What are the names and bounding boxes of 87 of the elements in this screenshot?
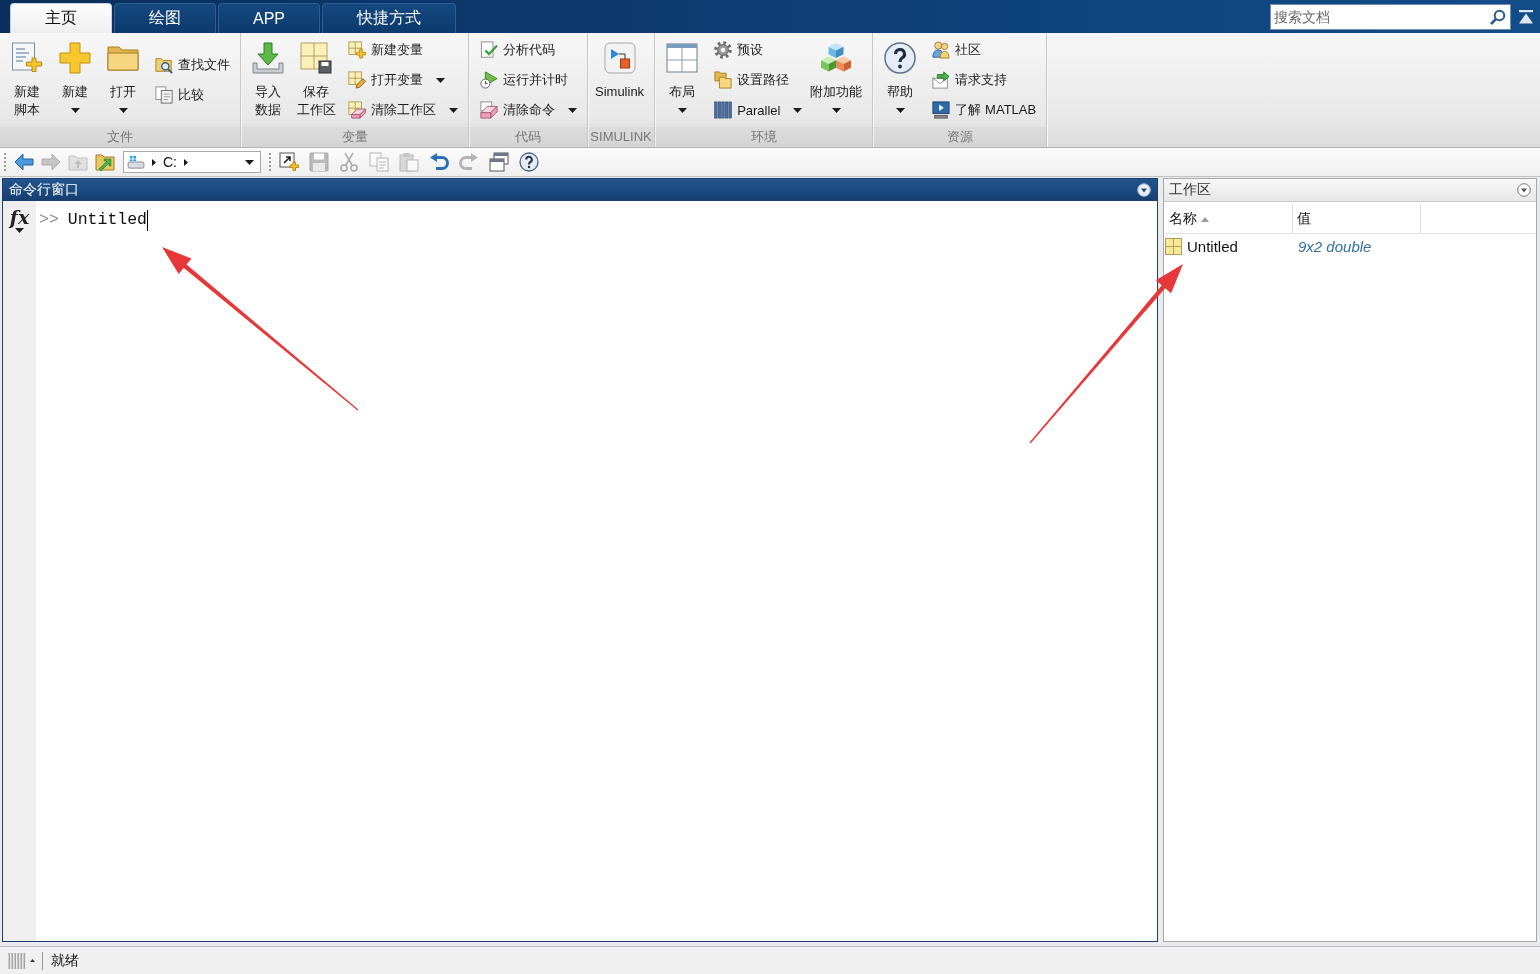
ribbon-button[interactable]: Parallel	[712, 98, 805, 122]
collapse-icon[interactable]	[1518, 9, 1534, 24]
search-icon[interactable]	[1490, 8, 1506, 25]
grid-eraser-icon	[348, 101, 366, 119]
download-arrow-icon	[252, 42, 284, 74]
chevron-right-icon	[152, 158, 156, 166]
column-header[interactable]: 值	[1293, 205, 1421, 233]
ribbon-button[interactable]: Simulink	[593, 38, 647, 101]
shortcut-plus-icon[interactable]	[279, 152, 299, 172]
group-label: 资源	[873, 127, 1047, 147]
undo-icon[interactable]	[429, 152, 449, 172]
ribbon-button[interactable]: 了解 MATLAB	[930, 98, 1039, 122]
ribbon-button[interactable]: 打开变量	[346, 68, 460, 92]
ribbon-button[interactable]: 新建	[53, 38, 97, 119]
folders-icon	[714, 71, 733, 89]
search-field[interactable]: 搜索文档	[1270, 3, 1511, 30]
grip-icon	[8, 952, 26, 969]
bars-icon	[714, 101, 733, 119]
caret-icon[interactable]	[30, 959, 35, 962]
ribbon-button[interactable]: 布局	[660, 38, 705, 119]
gear-icon	[714, 41, 733, 59]
grid-pencil-icon	[348, 71, 366, 89]
play-clock-icon	[480, 71, 498, 89]
path-segment[interactable]: C:	[163, 154, 177, 170]
caret-icon	[15, 228, 24, 233]
ribbon-button[interactable]: 附加功能	[808, 38, 865, 119]
grid-icon	[1165, 237, 1182, 255]
eraser-icon	[480, 101, 498, 119]
folder-search-icon	[155, 56, 173, 74]
ribbon-button[interactable]: 清除命令	[478, 98, 579, 122]
variable-name[interactable]: Untitled	[1187, 237, 1238, 255]
people-icon	[932, 41, 951, 59]
grid-plus-icon	[348, 41, 366, 59]
help-icon[interactable]	[519, 152, 539, 172]
panel-title: 工作区	[1169, 181, 1211, 199]
dropdown-circle-icon[interactable]	[1137, 183, 1151, 197]
document-check-icon	[480, 41, 498, 59]
cubes-icon	[820, 42, 853, 74]
ribbon-button[interactable]: 打开	[101, 38, 145, 119]
ribbon-button[interactable]: 设置路径	[712, 68, 805, 92]
panel-title: 命令行窗口	[9, 181, 79, 199]
ribbon-tab[interactable]: 绘图	[114, 3, 216, 33]
ribbon-button[interactable]: 比较	[153, 83, 232, 107]
envelope-arrow-icon	[932, 71, 951, 89]
ribbon-button[interactable]: 导入数据	[246, 38, 290, 119]
function-browser-button[interactable]: fx	[9, 207, 30, 233]
ribbon-tab[interactable]: 主页	[10, 3, 112, 33]
ribbon-button[interactable]: 新建变量	[346, 38, 460, 62]
group-label: 代码	[469, 127, 587, 147]
block-diagram-icon	[603, 42, 636, 74]
ribbon-button[interactable]: 查找文件	[153, 53, 232, 77]
command-prompt: >>	[39, 210, 59, 230]
group-label: 环境	[655, 127, 873, 147]
ribbon-button[interactable]: 帮助	[878, 38, 923, 119]
ribbon-button[interactable]: 分析代码	[478, 38, 579, 62]
ribbon-button[interactable]: 预设	[712, 38, 805, 62]
caret-icon[interactable]	[245, 159, 254, 165]
group-label: SIMULINK	[588, 127, 655, 147]
ribbon-tab[interactable]: APP	[218, 3, 320, 33]
back-arrow-icon[interactable]	[14, 152, 34, 172]
browse-folder-icon[interactable]	[95, 152, 115, 172]
status-text: 就绪	[51, 951, 79, 970]
documents-icon	[155, 86, 173, 104]
new-script-icon	[11, 42, 43, 74]
ribbon-button[interactable]: 新建脚本	[5, 38, 49, 119]
drive-icon	[127, 155, 145, 169]
dropdown-circle-icon[interactable]	[1517, 183, 1531, 197]
grid-save-icon	[300, 42, 332, 74]
help-icon	[884, 42, 917, 74]
chevron-right-icon	[184, 158, 188, 166]
column-header[interactable]: 名称	[1165, 205, 1293, 233]
plus-icon	[59, 42, 91, 74]
ribbon-button[interactable]: 运行并计时	[478, 68, 579, 92]
ribbon-button[interactable]: 社区	[930, 38, 1039, 62]
text-cursor	[147, 210, 149, 231]
ribbon-button[interactable]: 清除工作区	[346, 98, 460, 122]
group-label: 变量	[241, 127, 468, 147]
ribbon-tab[interactable]: 快捷方式	[322, 3, 456, 33]
command-text: Untitled	[67, 210, 148, 230]
monitor-play-icon	[932, 101, 951, 119]
ribbon-button[interactable]: 请求支持	[930, 68, 1039, 92]
group-label: 文件	[0, 127, 240, 147]
layout-icon	[666, 42, 699, 74]
windows-icon[interactable]	[489, 152, 509, 172]
address-bar[interactable]: C:	[123, 151, 261, 173]
ribbon-button[interactable]: 保存工作区	[294, 38, 338, 119]
variable-value: 9x2 double	[1297, 237, 1372, 255]
